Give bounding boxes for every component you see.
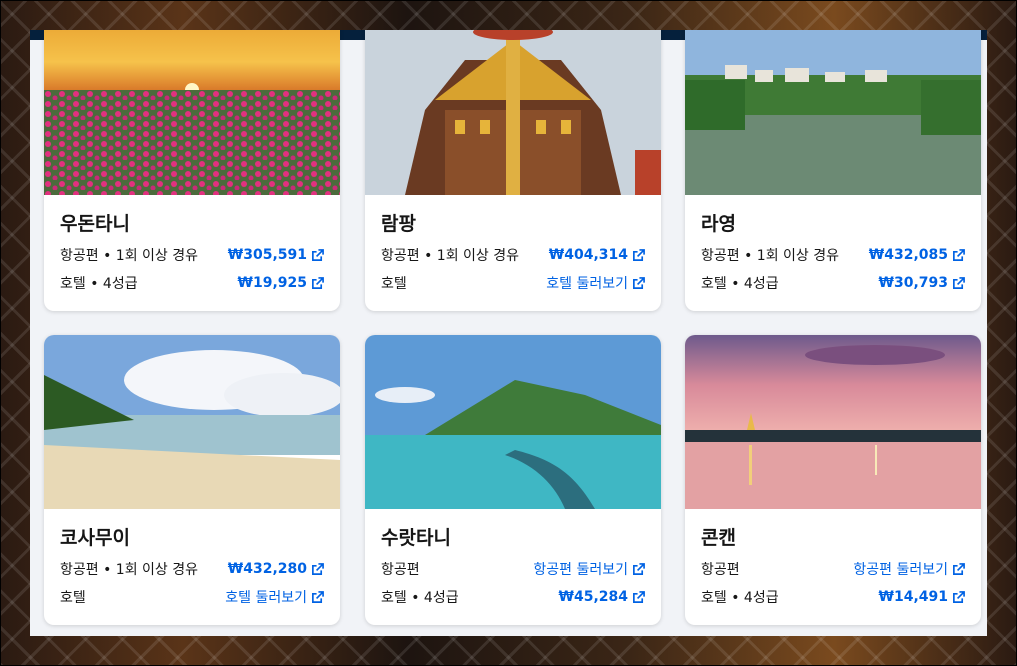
flight-label: 항공편 — [381, 562, 420, 578]
destination-name: 라영 — [701, 213, 736, 235]
destination-name: 람팡 — [381, 213, 416, 235]
external-link-icon — [953, 276, 965, 289]
flight-price-link[interactable]: ₩305,591 — [228, 247, 324, 263]
external-link-icon — [312, 562, 324, 575]
hotel-price-link[interactable]: ₩30,793 — [879, 275, 965, 291]
browse-hotels-link[interactable]: 호텔 둘러보기 — [225, 587, 324, 607]
flight-price-link[interactable]: ₩432,085 — [869, 247, 965, 263]
flight-price-link[interactable]: ₩404,314 — [549, 247, 645, 263]
external-link-icon — [633, 276, 645, 289]
destination-image — [44, 30, 340, 195]
destination-image — [685, 30, 981, 195]
external-link-icon — [953, 562, 965, 575]
destinations-panel: 우돈타니 항공편 • 1회 이상 경유 ₩305,591 호텔 • 4성급 ₩1… — [30, 30, 987, 636]
destination-image — [44, 335, 340, 509]
hotel-label: 호텔 • 4성급 — [60, 276, 138, 292]
destination-name: 우돈타니 — [60, 213, 130, 235]
hotel-label: 호텔 — [381, 276, 407, 292]
hotel-price-link[interactable]: ₩45,284 — [559, 589, 645, 605]
destination-card-udon-thani[interactable]: 우돈타니 항공편 • 1회 이상 경유 ₩305,591 호텔 • 4성급 ₩1… — [44, 30, 340, 311]
destination-name: 콘캔 — [701, 527, 736, 549]
hotel-label: 호텔 • 4성급 — [701, 590, 779, 606]
hotel-price-link[interactable]: ₩14,491 — [879, 589, 965, 605]
hotel-price-link[interactable]: ₩19,925 — [238, 275, 324, 291]
flight-label: 항공편 • 1회 이상 경유 — [60, 248, 199, 264]
destination-card-koh-samui[interactable]: 코사무이 항공편 • 1회 이상 경유 ₩432,280 호텔 호텔 둘러보기 — [44, 335, 340, 625]
external-link-icon — [312, 590, 324, 603]
flight-label: 항공편 • 1회 이상 경유 — [60, 562, 199, 578]
browse-hotels-link[interactable]: 호텔 둘러보기 — [546, 273, 645, 293]
hotel-label: 호텔 • 4성급 — [701, 276, 779, 292]
external-link-icon — [312, 248, 324, 261]
external-link-icon — [633, 248, 645, 261]
destination-card-surat-thani[interactable]: 수랏타니 항공편 항공편 둘러보기 호텔 • 4성급 ₩45,284 — [365, 335, 661, 625]
destination-card-rayong[interactable]: 라영 항공편 • 1회 이상 경유 ₩432,085 호텔 • 4성급 ₩30,… — [685, 30, 981, 311]
external-link-icon — [312, 276, 324, 289]
flight-label: 항공편 — [701, 562, 740, 578]
flight-label: 항공편 • 1회 이상 경유 — [381, 248, 520, 264]
hotel-label: 호텔 — [60, 590, 86, 606]
destination-card-khon-kaen[interactable]: 콘캔 항공편 항공편 둘러보기 호텔 • 4성급 ₩14,491 — [685, 335, 981, 625]
flight-price-link[interactable]: ₩432,280 — [228, 561, 324, 577]
destination-image — [365, 30, 661, 195]
browse-flights-link[interactable]: 항공편 둘러보기 — [533, 559, 645, 579]
external-link-icon — [953, 590, 965, 603]
destination-card-lampang[interactable]: 람팡 항공편 • 1회 이상 경유 ₩404,314 호텔 호텔 둘러보기 — [365, 30, 661, 311]
external-link-icon — [633, 590, 645, 603]
destination-image — [365, 335, 661, 509]
browse-flights-link[interactable]: 항공편 둘러보기 — [853, 559, 965, 579]
flight-label: 항공편 • 1회 이상 경유 — [701, 248, 840, 264]
destination-image — [685, 335, 981, 509]
external-link-icon — [633, 562, 645, 575]
hotel-label: 호텔 • 4성급 — [381, 590, 459, 606]
destination-name: 수랏타니 — [381, 527, 451, 549]
external-link-icon — [953, 248, 965, 261]
destination-name: 코사무이 — [60, 527, 130, 549]
